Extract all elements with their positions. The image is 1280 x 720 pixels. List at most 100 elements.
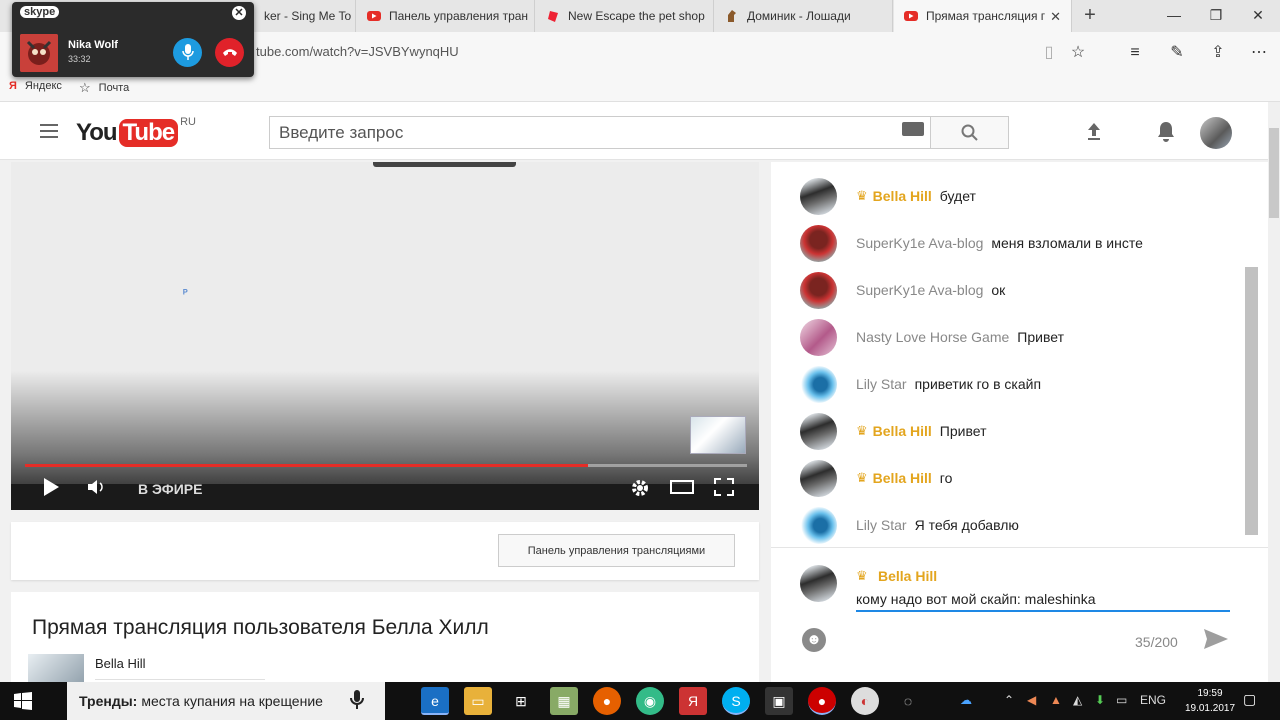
author-avatar[interactable]: [800, 224, 837, 262]
download-icon[interactable]: ⬇: [1095, 693, 1105, 707]
author-avatar[interactable]: [800, 318, 837, 356]
message-author[interactable]: SuperKy1e Ava-blog: [856, 235, 983, 251]
author-avatar[interactable]: [800, 412, 837, 450]
minimize-button[interactable]: —: [1154, 0, 1194, 32]
author-avatar[interactable]: [800, 506, 837, 544]
notifications-icon[interactable]: ▢: [1243, 691, 1261, 709]
close-icon[interactable]: ✕: [232, 6, 246, 20]
notifications-bell-icon[interactable]: [1153, 120, 1179, 146]
yandex-app-icon[interactable]: Я: [679, 687, 707, 715]
maximize-button[interactable]: ❐: [1196, 0, 1236, 32]
microphone-button[interactable]: [173, 38, 202, 67]
video-player[interactable]: ᴾ В ЭФИРЕ: [11, 162, 759, 510]
favorite-yandex[interactable]: Я Яндекс: [9, 80, 62, 92]
channel-name[interactable]: Bella Hill: [95, 656, 146, 671]
url-field[interactable]: tube.com/watch?v=JSVBYwynqHU: [256, 44, 459, 59]
tab-4[interactable]: Доминик - Лошади: [715, 0, 893, 32]
chat-message[interactable]: SuperKy1e Ava-blog ок: [800, 270, 1005, 310]
show-hidden-icons[interactable]: ⌃: [1004, 693, 1014, 707]
battery-icon[interactable]: ▭: [1116, 693, 1127, 707]
settings-button[interactable]: [630, 478, 650, 503]
play-button[interactable]: [43, 478, 59, 501]
upload-icon[interactable]: [1081, 120, 1107, 146]
new-tab-button[interactable]: +: [1080, 4, 1100, 28]
author-avatar[interactable]: [800, 271, 837, 309]
favorite-star-icon[interactable]: ☆: [1067, 42, 1089, 64]
windows-start-icon[interactable]: [14, 692, 32, 710]
theater-mode-icon: [670, 480, 694, 494]
scrollbar-thumb[interactable]: [1269, 128, 1279, 218]
author-avatar[interactable]: [800, 177, 837, 215]
account-avatar[interactable]: [1200, 117, 1232, 149]
network-icon[interactable]: ◭: [1073, 693, 1082, 707]
chat-message[interactable]: ♛ Bella Hill будет: [800, 176, 976, 216]
onedrive-icon[interactable]: ☁: [960, 693, 972, 707]
search-button[interactable]: [931, 116, 1009, 149]
live-indicator[interactable]: В ЭФИРЕ: [138, 481, 202, 497]
web-note-icon[interactable]: ✎: [1166, 42, 1188, 64]
theater-mode-button[interactable]: [670, 478, 694, 501]
page-scrollbar[interactable]: [1268, 102, 1280, 682]
message-author[interactable]: Nasty Love Horse Game: [856, 329, 1009, 345]
recorder-app-icon[interactable]: ●: [808, 687, 836, 715]
chat-message[interactable]: Nasty Love Horse Game Привет: [800, 317, 1064, 357]
message-author[interactable]: Lily Star: [856, 517, 907, 533]
firefox-app-icon[interactable]: ●: [593, 687, 621, 715]
emoji-icon[interactable]: ☻: [802, 628, 826, 652]
close-window-button[interactable]: ✕: [1238, 0, 1278, 32]
hang-up-button[interactable]: [215, 38, 244, 67]
message-author[interactable]: SuperKy1e Ava-blog: [856, 282, 983, 298]
tab-label: ker - Sing Me To: [264, 9, 352, 23]
author-avatar[interactable]: [800, 459, 837, 497]
tab-3[interactable]: New Escape the pet shop: [536, 0, 714, 32]
hub-icon[interactable]: ≡: [1124, 42, 1146, 64]
microphone-icon[interactable]: [350, 688, 374, 714]
more-icon[interactable]: ⋯: [1248, 42, 1270, 64]
chat-message[interactable]: Lily Star приветик го в скайп: [800, 364, 1041, 404]
message-author[interactable]: Bella Hill: [873, 423, 932, 439]
skype-app-icon[interactable]: S: [722, 687, 750, 715]
chat-message[interactable]: SuperKy1e Ava-blog меня взломали в инсте: [800, 223, 1143, 263]
message-author[interactable]: Bella Hill: [873, 470, 932, 486]
tray-icon[interactable]: ▲: [1050, 693, 1062, 707]
app-icon[interactable]: ◌: [894, 687, 922, 715]
app-window-icon[interactable]: ▣: [765, 687, 793, 715]
explorer-app-icon[interactable]: ▭: [464, 687, 492, 715]
volume-button[interactable]: [87, 478, 105, 501]
fullscreen-button[interactable]: [714, 478, 734, 501]
app-icon[interactable]: ▦: [550, 687, 578, 715]
reading-view-icon[interactable]: ▯: [1038, 42, 1060, 64]
tab-1[interactable]: ker - Sing Me To: [254, 0, 356, 32]
share-icon[interactable]: ⇪: [1207, 42, 1229, 64]
close-tab-icon[interactable]: ✕: [1050, 9, 1061, 25]
tab-5-active[interactable]: Прямая трансляция г ✕: [894, 0, 1072, 32]
menu-icon[interactable]: [40, 124, 58, 138]
preview-thumbnail[interactable]: [690, 416, 746, 454]
favorite-mail[interactable]: ☆ Почта: [79, 80, 129, 96]
chrome-app-icon[interactable]: ◉: [636, 687, 664, 715]
language-indicator[interactable]: ENG: [1140, 693, 1166, 707]
keyboard-icon[interactable]: [902, 122, 924, 136]
send-icon[interactable]: [1203, 628, 1229, 656]
chat-input[interactable]: [856, 588, 1230, 612]
stream-dashboard-button[interactable]: Панель управления трансляциями: [498, 534, 735, 567]
taskbar-search[interactable]: Тренды: места купания на крещение: [67, 682, 385, 720]
horse-icon: [728, 10, 736, 22]
edge-app-icon[interactable]: e: [421, 687, 449, 715]
progress-bar[interactable]: [25, 464, 747, 467]
clock[interactable]: 19:59 19.01.2017: [1180, 686, 1240, 716]
chat-message[interactable]: Lily Star Я тебя добавлю: [800, 505, 1019, 545]
youtube-logo[interactable]: You Tube RU: [76, 116, 196, 150]
chat-message[interactable]: ♛ Bella Hill Привет: [800, 411, 986, 451]
author-avatar[interactable]: [800, 365, 837, 403]
store-app-icon[interactable]: ⊞: [507, 687, 535, 715]
message-author[interactable]: Lily Star: [856, 376, 907, 392]
volume-tray-icon[interactable]: ◀: [1027, 693, 1036, 707]
chat-message[interactable]: ♛ Bella Hill го: [800, 458, 952, 498]
chat-scrollbar[interactable]: [1245, 267, 1258, 535]
search-input[interactable]: [270, 117, 870, 148]
message-author[interactable]: Bella Hill: [873, 188, 932, 204]
chat-messages[interactable]: ♛ Bella Hill будет SuperKy1e Ava-blog меня в…: [771, 162, 1246, 547]
tab-2[interactable]: Панель управления тран: [357, 0, 535, 32]
app-icon[interactable]: ◐: [851, 687, 879, 715]
